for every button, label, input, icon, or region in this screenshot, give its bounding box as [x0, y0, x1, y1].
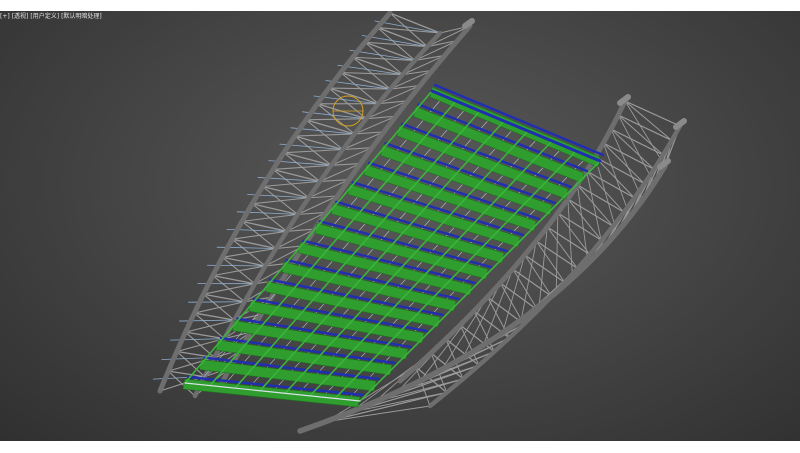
truss-member [376, 26, 441, 34]
truss-member [577, 184, 589, 264]
truss-member [212, 265, 266, 277]
truss-member [617, 114, 664, 156]
truss-member [340, 71, 391, 90]
truss-member [586, 170, 625, 213]
truss-member [624, 100, 673, 141]
brace-member [178, 319, 235, 322]
truss-member [512, 268, 539, 311]
brace-member [374, 20, 441, 34]
truss-member [557, 212, 603, 241]
truss-member [272, 164, 332, 170]
truss-member [212, 274, 256, 285]
truss-member [567, 198, 614, 227]
truss-member [535, 240, 566, 283]
truss-member [576, 184, 614, 227]
truss-member [499, 282, 539, 311]
truss-member [221, 247, 277, 258]
truss-member [231, 230, 288, 240]
perspective-viewport[interactable]: [+] [透视] [用户定义] [默认明暗处理] [0, 11, 800, 441]
truss-member [576, 184, 625, 213]
truss-member [283, 148, 344, 154]
truss-member [567, 198, 573, 279]
truss-member [251, 197, 310, 205]
chord-cap [673, 118, 687, 130]
truss-member [524, 254, 553, 297]
truss-member [512, 268, 553, 297]
truss-member [221, 256, 267, 267]
chord-cap [462, 18, 475, 29]
truss-member [610, 128, 655, 170]
truss-member [261, 180, 321, 188]
truss-member [202, 293, 246, 303]
truss-member [624, 100, 666, 167]
truss-member [602, 142, 645, 185]
truss-member [555, 212, 559, 293]
truss-member [193, 312, 235, 321]
brace-member [170, 338, 225, 341]
truss-member [241, 213, 299, 222]
truss-member [389, 12, 441, 34]
truss-model-render[interactable] [0, 11, 800, 441]
